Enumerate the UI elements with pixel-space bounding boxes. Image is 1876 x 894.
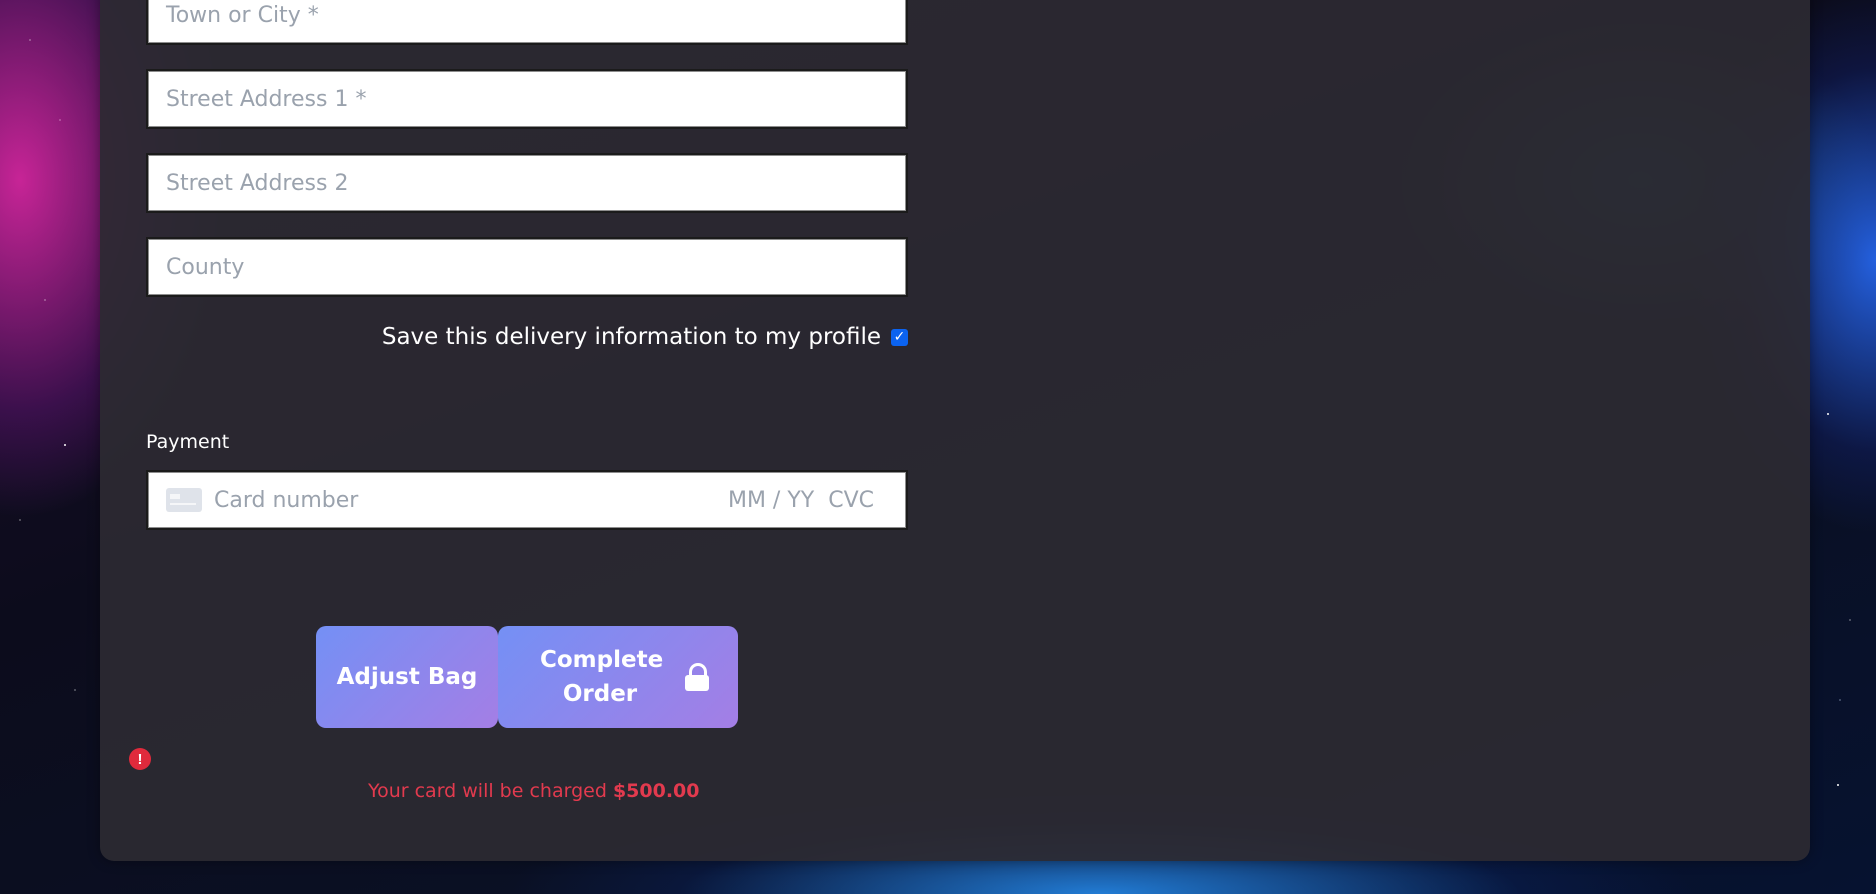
adjust-bag-label: Adjust Bag xyxy=(336,663,478,690)
payment-heading: Payment xyxy=(146,431,230,453)
save-info-row: Save this delivery information to my pro… xyxy=(382,324,908,350)
credit-card-icon xyxy=(166,488,202,512)
charge-message: Your card will be charged $500.00 xyxy=(368,780,700,802)
cvc-placeholder[interactable]: CVC xyxy=(828,488,874,513)
town-city-input[interactable]: Town or City * xyxy=(146,0,908,45)
county-placeholder: County xyxy=(166,254,245,280)
expiry-placeholder[interactable]: MM / YY xyxy=(728,488,814,513)
complete-order-button[interactable]: Complete Order xyxy=(498,626,738,728)
save-info-label: Save this delivery information to my pro… xyxy=(381,324,881,350)
county-input[interactable]: County xyxy=(146,237,908,297)
card-element-input[interactable]: Card number MM / YY CVC xyxy=(146,470,908,530)
street-address-2-input[interactable]: Street Address 2 xyxy=(146,153,908,213)
adjust-bag-button[interactable]: Adjust Bag xyxy=(316,626,498,728)
street-address-2-placeholder: Street Address 2 xyxy=(166,170,349,196)
charge-amount: $500.00 xyxy=(612,780,700,802)
card-number-group: Card number xyxy=(166,488,358,513)
street-address-1-placeholder: Street Address 1 * xyxy=(166,86,367,112)
exclamation-circle-icon: ! xyxy=(129,748,151,770)
charge-prefix: Your card will be charged xyxy=(368,780,607,802)
card-expiry-cvc-group: MM / YY CVC xyxy=(728,488,874,513)
checkmark-icon: ✓ xyxy=(893,329,906,345)
checkout-panel xyxy=(100,0,1810,861)
lock-icon xyxy=(684,663,710,691)
street-address-1-input[interactable]: Street Address 1 * xyxy=(146,69,908,129)
card-number-placeholder[interactable]: Card number xyxy=(214,488,358,513)
town-city-placeholder: Town or City * xyxy=(166,2,319,28)
complete-order-label: Complete Order xyxy=(540,646,664,708)
save-info-checkbox[interactable]: ✓ xyxy=(891,328,908,346)
